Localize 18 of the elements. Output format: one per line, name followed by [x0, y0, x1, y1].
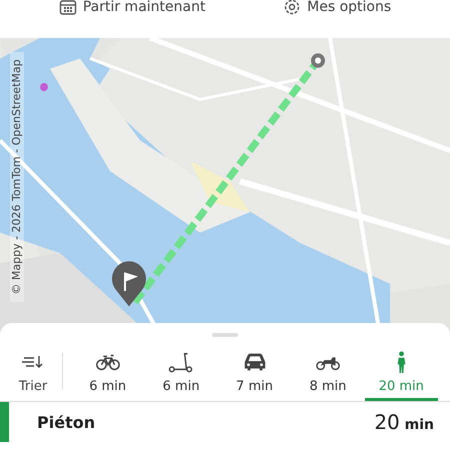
route-result-row[interactable]: Piéton 20 min: [0, 402, 450, 442]
settings-icon: [283, 0, 302, 16]
depart-now-button[interactable]: Partir maintenant: [58, 0, 206, 17]
transport-tab[interactable]: 7 min: [218, 343, 292, 401]
map-attribution: © Mappy - 2026 TomTom - OpenStreetMap: [10, 52, 24, 302]
pedestrian-icon: [396, 351, 406, 373]
scooter-icon: [168, 351, 194, 373]
flag-marker-icon: [112, 261, 146, 306]
transport-tab[interactable]: 6 min: [71, 343, 144, 401]
route-duration: 20 min: [374, 410, 434, 434]
mode-name: Piéton: [37, 412, 96, 432]
transport-tab[interactable]: 6 min: [144, 343, 218, 401]
transport-tab[interactable]: 20 min: [364, 343, 438, 401]
options-button[interactable]: Mes options: [283, 0, 392, 17]
transport-tab[interactable]: 8 min: [291, 343, 365, 401]
calendar-icon: [58, 0, 77, 16]
destination-marker-icon: [311, 53, 325, 68]
sort-button[interactable]: Trier: [12, 343, 54, 401]
